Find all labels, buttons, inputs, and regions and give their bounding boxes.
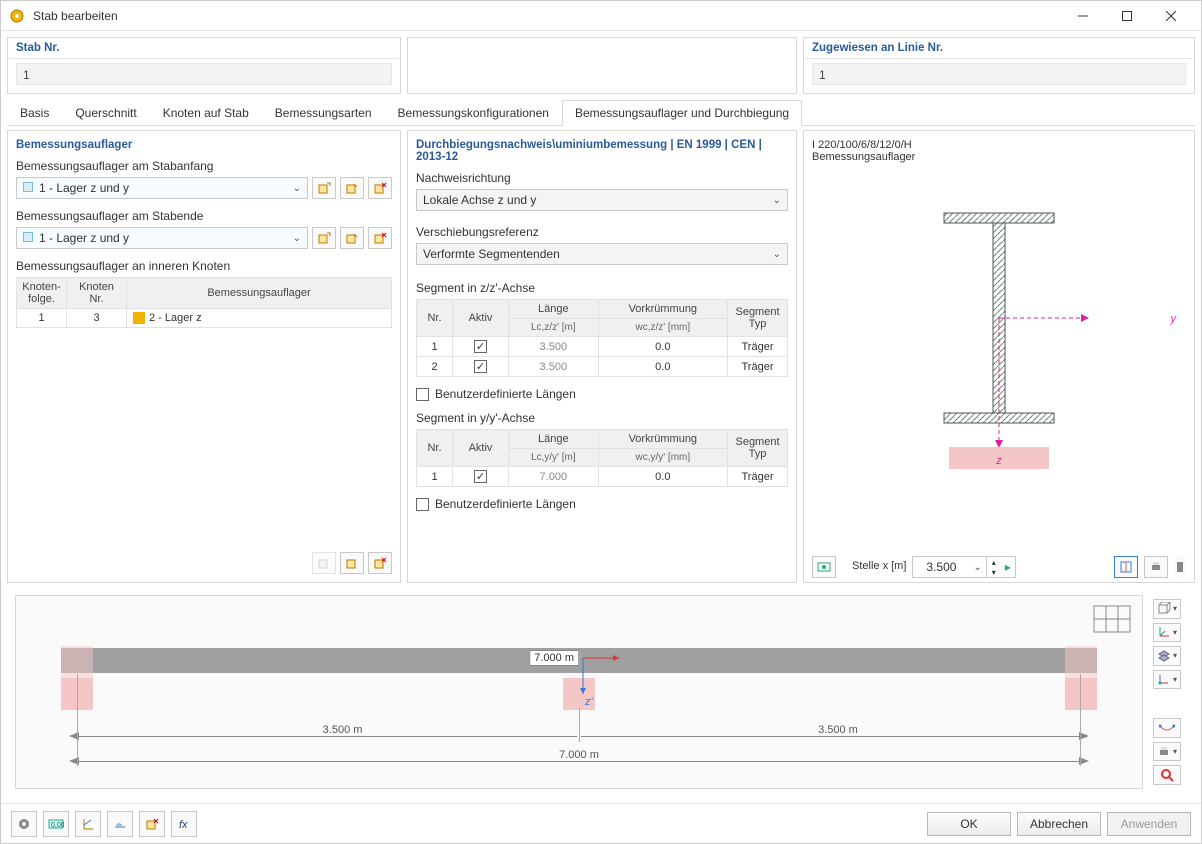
stiffness-button[interactable]	[75, 811, 101, 837]
table-row: 1 3 2 - Lager z	[17, 309, 392, 328]
custom-len-y-checkbox[interactable]	[416, 498, 429, 511]
tab-knoten-auf-stab[interactable]: Knoten auf Stab	[150, 100, 262, 125]
support-start-combo[interactable]: 1 - Lager z und y⌄	[16, 177, 308, 199]
support-start-label: Bemessungsauflager am Stabanfang	[8, 157, 400, 177]
reference-label: Verschiebungsreferenz	[408, 217, 796, 243]
titlebar: Stab bearbeiten	[1, 1, 1201, 31]
svg-text:0,00: 0,00	[51, 822, 64, 829]
delete-support-start-button[interactable]	[368, 177, 392, 199]
apply-button[interactable]: Anwenden	[1107, 812, 1191, 836]
new-inner-button[interactable]	[312, 552, 336, 574]
table-row: 1✓3.5000.0Träger	[417, 337, 788, 357]
dim-total: 7.000 m	[559, 749, 599, 761]
segment-z-table[interactable]: Nr.AktivLängeVorkrümmungSegment Typ Lc,z…	[416, 299, 788, 377]
view-cube-button[interactable]: ▾	[1153, 599, 1181, 619]
weather-button[interactable]	[107, 811, 133, 837]
pick-position-button[interactable]	[812, 556, 836, 578]
delete-inner-button[interactable]	[368, 552, 392, 574]
units-button[interactable]: 0,00	[43, 811, 69, 837]
segment-y-table[interactable]: Nr.AktivLängeVorkrümmungSegment Typ Lc,y…	[416, 429, 788, 487]
tab-bemessungsauflager-und-durchbiegung[interactable]: Bemessungsauflager und Durchbiegung	[562, 100, 802, 126]
supports-title: Bemessungsauflager	[8, 131, 400, 157]
dim-half-1: 3.500 m	[323, 724, 363, 736]
inner-supports-table[interactable]: Knoten- folge. Knoten Nr. Bemessungsaufl…	[16, 277, 392, 328]
edit-inner-button[interactable]	[340, 552, 364, 574]
new-support-start-button[interactable]	[312, 177, 336, 199]
position-spinner[interactable]: 3.500⌄ ▴▾ ▸	[912, 556, 1015, 578]
line-nr-label: Zugewiesen an Linie Nr.	[804, 38, 1194, 59]
function-button[interactable]: fx	[171, 811, 197, 837]
tab-strip: BasisQuerschnittKnoten auf StabBemessung…	[7, 100, 1195, 126]
tab-bemessungsarten[interactable]: Bemessungsarten	[262, 100, 385, 125]
custom-len-z-label: Benutzerdefinierte Längen	[435, 387, 576, 401]
segment-y-label: Segment in y/y'-Achse	[408, 409, 796, 429]
segment-z-label: Segment in z/z'-Achse	[408, 271, 796, 299]
stab-nr-label: Stab Nr.	[8, 38, 400, 59]
stab-nr-value: 1	[16, 63, 392, 85]
reference-combo[interactable]: Verformte Segmentenden⌄	[416, 243, 788, 265]
position-label: Stelle x [m]	[852, 560, 906, 572]
layers-button[interactable]: ▾	[1153, 646, 1181, 666]
z-axis-label: z	[996, 455, 1002, 467]
tab-basis[interactable]: Basis	[7, 100, 62, 125]
reset-button[interactable]	[139, 811, 165, 837]
table-row: 2✓3.5000.0Träger	[417, 357, 788, 377]
axes-button[interactable]: ▾	[1153, 623, 1181, 643]
print-button[interactable]: ▾	[1153, 742, 1181, 762]
custom-len-z-checkbox[interactable]	[416, 388, 429, 401]
edit-support-end-button[interactable]	[340, 227, 364, 249]
more-section-button[interactable]	[1174, 556, 1186, 578]
dim-half-2: 3.500 m	[818, 724, 858, 736]
close-button[interactable]	[1149, 2, 1193, 30]
cross-section-preview: y z	[812, 183, 1186, 463]
window-title: Stab bearbeiten	[33, 9, 1061, 23]
line-nr-value: 1	[812, 63, 1186, 85]
tab-querschnitt[interactable]: Querschnitt	[62, 100, 149, 125]
app-icon	[9, 8, 25, 24]
deflection-curve-button[interactable]	[1153, 718, 1181, 738]
cancel-button[interactable]: Abbrechen	[1017, 812, 1101, 836]
view-toggle-button[interactable]	[1114, 556, 1138, 578]
print-section-button[interactable]	[1144, 556, 1168, 578]
help-button[interactable]	[11, 811, 37, 837]
grid-icon	[1092, 602, 1136, 638]
member-diagram[interactable]: 7.000 m z' 3.500 m 3.500 m 7.000 m	[15, 595, 1143, 789]
section-name: I 220/100/6/8/12/0/H	[812, 139, 1186, 151]
custom-len-y-label: Benutzerdefinierte Längen	[435, 497, 576, 511]
z-prime-label: z'	[585, 696, 593, 708]
maximize-button[interactable]	[1105, 2, 1149, 30]
direction-label: Nachweisrichtung	[408, 169, 796, 189]
support-end-combo[interactable]: 1 - Lager z und y⌄	[16, 227, 308, 249]
zoom-reset-button[interactable]	[1153, 765, 1181, 785]
edit-support-start-button[interactable]	[340, 177, 364, 199]
new-support-end-button[interactable]	[312, 227, 336, 249]
support-inner-label: Bemessungsauflager an inneren Knoten	[8, 257, 400, 277]
y-axis-label: y	[1171, 313, 1177, 325]
support-end-label: Bemessungsauflager am Stabende	[8, 207, 400, 227]
delete-support-end-button[interactable]	[368, 227, 392, 249]
deflection-title: Durchbiegungsnachweis\uminiumbemessung |…	[408, 131, 796, 169]
tab-bemessungskonfigurationen[interactable]: Bemessungskonfigurationen	[385, 100, 562, 125]
minimize-button[interactable]	[1061, 2, 1105, 30]
section-subtitle: Bemessungsauflager	[812, 151, 1186, 163]
svg-text:fx: fx	[179, 819, 188, 831]
ok-button[interactable]: OK	[927, 812, 1011, 836]
length-label: 7.000 m	[529, 650, 579, 666]
ucs-button[interactable]: ▾	[1153, 670, 1181, 690]
direction-combo[interactable]: Lokale Achse z und y⌄	[416, 189, 788, 211]
table-row: 1✓7.0000.0Träger	[417, 467, 788, 487]
